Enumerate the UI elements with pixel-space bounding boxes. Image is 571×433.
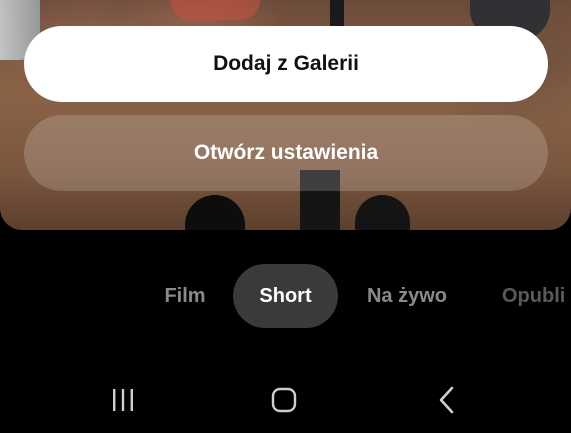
preview-blur-shape [170, 0, 260, 20]
mode-selector: Film Short Na żywo Opubli [0, 264, 571, 328]
home-icon [271, 387, 297, 413]
open-settings-button[interactable]: Otwórz ustawienia [24, 115, 548, 191]
recent-apps-button[interactable] [93, 370, 153, 430]
navigation-bar [0, 370, 571, 430]
home-button[interactable] [254, 370, 314, 430]
screen: Dodaj z Galerii Otwórz ustawienia Film S… [0, 0, 571, 433]
mode-publish[interactable]: Opubli [490, 264, 571, 328]
add-from-gallery-button[interactable]: Dodaj z Galerii [24, 26, 548, 102]
mode-film[interactable]: Film [150, 264, 220, 328]
preview-shoe [355, 195, 410, 230]
camera-preview: Dodaj z Galerii Otwórz ustawienia [0, 0, 571, 230]
recent-apps-icon [113, 389, 133, 411]
preview-shoe [185, 195, 245, 230]
back-icon [439, 386, 454, 414]
back-button[interactable] [417, 370, 477, 430]
mode-live[interactable]: Na żywo [352, 264, 462, 328]
mode-short[interactable]: Short [233, 264, 338, 328]
